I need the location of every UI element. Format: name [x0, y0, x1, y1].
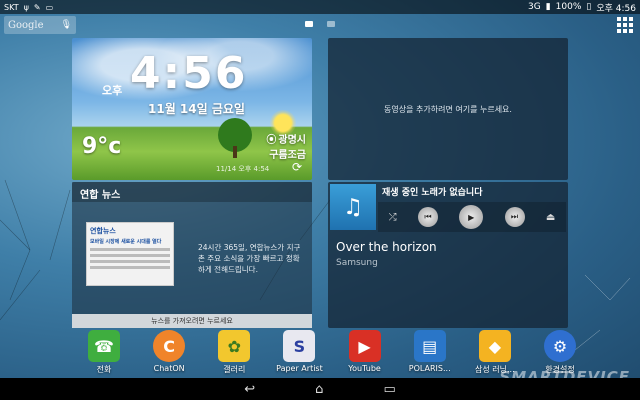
dock-label: ChatON [153, 364, 185, 373]
clock-time: 4:56 [130, 48, 248, 99]
video-add-prompt: 동영상을 추가하려면 여기를 누르세요. [384, 104, 512, 114]
video-widget[interactable]: 동영상을 추가하려면 여기를 누르세요. [328, 38, 568, 180]
home-icon[interactable]: ⌂ [315, 382, 323, 397]
chaton-icon: C [153, 330, 186, 362]
track-title: Over the horizon [336, 240, 437, 254]
dock-item-gallery[interactable]: ✿ 갤러리 [202, 330, 266, 376]
dock-item-chaton[interactable]: C ChatON [137, 330, 201, 376]
google-label: Google [8, 19, 44, 31]
page-dot-1 [305, 21, 313, 27]
back-icon[interactable]: ↩ [244, 382, 255, 397]
page-indicator [305, 21, 335, 27]
google-search-bar[interactable]: Google 🎙 [4, 16, 76, 34]
dock-label: YouTube [348, 364, 381, 373]
page-dot-2 [327, 21, 335, 27]
usb-icon: ψ [23, 2, 29, 12]
navigation-bar: ↩ ⌂ ▭ [0, 378, 640, 400]
battery-icon: ▯ [586, 2, 592, 12]
newspaper-headline: 모바일 시장에 새로운 시대를 열다 [90, 239, 162, 245]
phone-icon: ☎ [88, 330, 120, 362]
music-controls: ⤮ ⏮ ▶ ⏭ ⏏ [378, 202, 566, 232]
dock-item-youtube[interactable]: ▶ YouTube [333, 330, 397, 376]
battery-level: 100% [555, 2, 582, 12]
play-button[interactable]: ▶ [459, 205, 484, 229]
music-widget[interactable]: ♫ 재생 중인 노래가 없습니다 ⤮ ⏮ ▶ ⏭ ⏏ Over the hori… [328, 182, 568, 328]
news-title: 연합 뉴스 [72, 182, 312, 202]
previous-button[interactable]: ⏮ [417, 207, 438, 227]
news-widget[interactable]: 연합 뉴스 연합뉴스 모바일 시장에 새로운 시대를 열다 24시간 365일,… [72, 182, 312, 328]
dock-label: Paper Artist [276, 364, 323, 373]
dock-label: POLARIS... [408, 364, 451, 373]
location-pin-icon: ⦿ [266, 135, 277, 146]
shuffle-icon[interactable]: ⤮ [389, 212, 397, 223]
city-label: 광명시 [278, 135, 306, 146]
music-note-icon: ♫ [330, 184, 376, 230]
refresh-icon[interactable]: ⟳ [292, 160, 302, 174]
dock-item-polaris[interactable]: ▤ POLARIS... [398, 330, 462, 376]
screen-mirror-icon: ▭ [45, 2, 54, 12]
newspaper-thumbnail: 연합뉴스 모바일 시장에 새로운 시대를 열다 [86, 222, 174, 286]
mic-icon[interactable]: 🎙 [61, 20, 72, 30]
status-bar: SKT ψ ✎ ▭ 3G ▮ 100% ▯ 오후 4:56 [0, 0, 640, 14]
upload-icon[interactable]: ⏏ [546, 212, 555, 223]
weather-updated-time: 11/14 오후 4:54 [216, 165, 270, 173]
dock-item-phone[interactable]: ☎ 전화 [72, 330, 136, 376]
next-button[interactable]: ⏭ [504, 207, 525, 227]
youtube-icon: ▶ [348, 330, 381, 362]
paper-artist-icon: S [283, 330, 316, 362]
pen-icon: ✎ [33, 2, 41, 12]
apps-grid-icon[interactable] [616, 16, 634, 34]
dock-item-paper-artist[interactable]: S Paper Artist [267, 330, 331, 376]
clock-ampm: 오후 [102, 84, 123, 97]
music-status: 재생 중인 노래가 없습니다 [382, 188, 483, 198]
carrier-label: SKT [4, 2, 19, 12]
settings-icon: ⚙ [543, 330, 576, 362]
tree-trunk [233, 146, 237, 158]
weather-clock-widget[interactable]: 오후 4:56 11월 14일 금요일 9°c ⦿ 광명시 구름조금 11/14… [72, 38, 312, 180]
temperature: 9°c [82, 134, 122, 159]
clock-date: 11월 14일 금요일 [148, 102, 245, 116]
samsung-learning-icon: ◆ [478, 330, 511, 362]
track-artist: Samsung [336, 258, 378, 268]
polaris-icon: ▤ [413, 330, 446, 362]
newspaper-logo: 연합뉴스 [90, 227, 116, 235]
dock-label: 갤러리 [223, 365, 246, 374]
signal-icon: ▮ [545, 2, 551, 12]
network-type: 3G [528, 2, 541, 12]
status-time: 오후 4:56 [596, 3, 636, 14]
recent-apps-icon[interactable]: ▭ [383, 382, 395, 397]
gallery-icon: ✿ [218, 330, 251, 362]
weather-condition: 구름조금 [269, 150, 306, 161]
weather-city: ⦿ 광명시 [266, 131, 306, 146]
news-load-button[interactable]: 뉴스를 가져오려면 누르세요 [72, 314, 312, 328]
news-description: 24시간 365일, 연합뉴스가 지구촌 주요 소식을 가장 빠르고 정확하게 … [198, 243, 301, 274]
dock-label: 전화 [96, 365, 112, 374]
